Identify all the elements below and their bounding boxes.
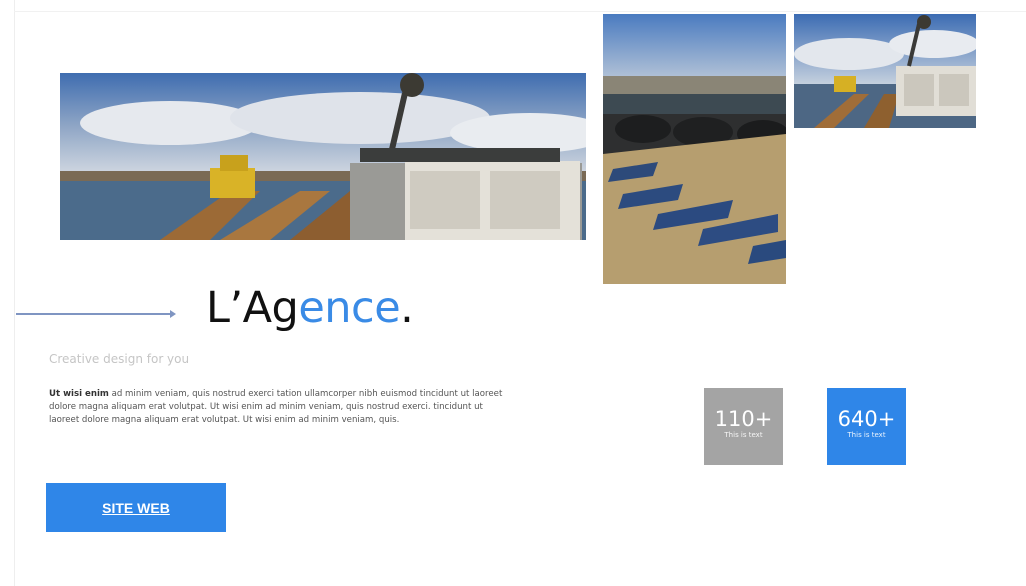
- decorative-arrow-line: [16, 313, 174, 315]
- arrow-head-icon: [170, 310, 176, 318]
- worksite-photo-small: [794, 14, 976, 128]
- description-body: ad minim veniam, quis nostrud exerci tat…: [49, 389, 503, 425]
- page-title: L’Agence.: [206, 287, 414, 330]
- stat-card-gray: 110+ This is text: [704, 388, 783, 465]
- page-border-top: [14, 11, 1026, 12]
- title-end: .: [400, 283, 414, 333]
- title-accent: ence: [298, 283, 401, 333]
- page-border-left: [14, 0, 15, 586]
- site-web-button[interactable]: SITE WEB: [46, 483, 226, 532]
- stat-card-blue: 640+ This is text: [827, 388, 906, 465]
- description-bold: Ut wisi enim: [49, 389, 109, 399]
- worksite-photo-wide: [60, 73, 586, 240]
- page-subtitle: Creative design for you: [49, 352, 190, 366]
- stat-value: 640+: [837, 407, 896, 431]
- title-main: L’Ag: [206, 283, 299, 333]
- stat-label: This is text: [724, 431, 763, 439]
- stat-label: This is text: [847, 431, 886, 439]
- stat-value: 110+: [714, 407, 773, 431]
- worksite-photo-tall: [603, 14, 786, 284]
- description-text: Ut wisi enim ad minim veniam, quis nostr…: [49, 388, 511, 426]
